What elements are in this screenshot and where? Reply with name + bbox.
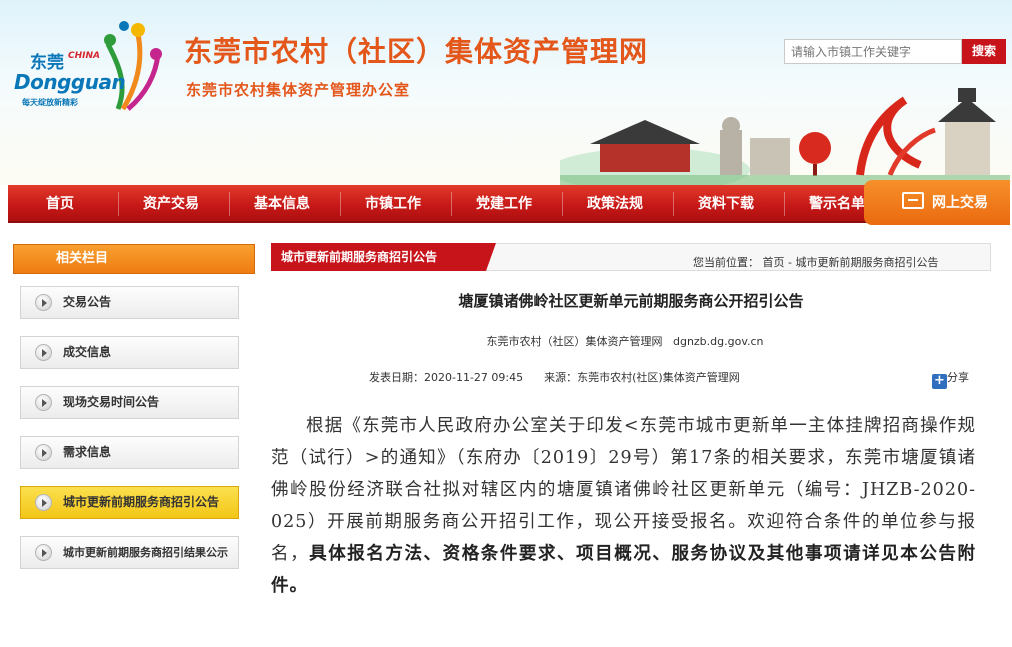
article-meta: 发表日期：2020-11-27 09:45 来源：东莞市农村(社区)集体资产管理… — [369, 369, 740, 385]
play-bullet-icon — [35, 444, 52, 461]
source-label: 来源： — [544, 371, 578, 384]
article-source: 东莞市农村(社区)集体资产管理网 — [577, 371, 740, 384]
publish-date: 2020-11-27 09:45 — [424, 371, 524, 384]
nav-divider — [340, 192, 341, 216]
nav-item-basic-info[interactable]: 基本信息 — [237, 185, 327, 223]
play-bullet-icon — [35, 494, 52, 511]
share-button[interactable]: + 分享 — [932, 369, 969, 389]
article-body-text: 根据《东莞市人民政府办公室关于印发<东莞市城市更新单一主体挂牌招商操作规范（试行… — [271, 416, 976, 564]
logo-china-text: CHINA — [68, 51, 100, 61]
site-subtitle: 东莞市农村集体资产管理办公室 — [186, 81, 411, 99]
nav-divider — [229, 192, 230, 216]
article-title: 塘厦镇诸佛岭社区更新单元前期服务商公开招引公告 — [458, 292, 804, 310]
article-body: 根据《东莞市人民政府办公室关于印发<东莞市城市更新单一主体挂牌招商操作规范（试行… — [271, 410, 976, 602]
search-input[interactable] — [784, 39, 962, 64]
sidebar-item-renewal-results[interactable]: 城市更新前期服务商招引结果公示 — [20, 536, 239, 569]
nav-divider — [451, 192, 452, 216]
main-navigation: 首页 资产交易 基本信息 市镇工作 党建工作 政策法规 资料下载 警示名单 — [8, 185, 1010, 223]
nav-divider — [562, 192, 563, 216]
nav-divider — [673, 192, 674, 216]
sidebar-item-label: 城市更新前期服务商招引公告 — [63, 495, 220, 509]
breadcrumb-current-link[interactable]: 城市更新前期服务商招引公告 — [795, 256, 938, 269]
sidebar-item-demand-info[interactable]: 需求信息 — [20, 436, 239, 469]
share-plus-icon: + — [932, 374, 947, 389]
play-bullet-icon — [35, 344, 52, 361]
sidebar-item-label: 现场交易时间公告 — [63, 395, 160, 409]
play-bullet-icon — [35, 544, 52, 561]
online-trade-label: 网上交易 — [932, 195, 988, 211]
sidebar-item-label: 城市更新前期服务商招引结果公示 — [63, 546, 228, 559]
nav-item-asset-trade[interactable]: 资产交易 — [126, 185, 216, 223]
search-button[interactable]: 搜索 — [962, 39, 1006, 64]
nav-item-city-work[interactable]: 市镇工作 — [348, 185, 438, 223]
site-title[interactable]: 东莞市农村（社区）集体资产管理网 — [184, 30, 648, 70]
monitor-icon — [902, 192, 924, 209]
online-trade-button[interactable]: 网上交易 — [864, 180, 1010, 225]
site-header: 东莞 CHINA Dongguan 每天绽放新精彩 东莞市农村（社区）集体资产管… — [0, 0, 1012, 185]
logo-slogan: 每天绽放新精彩 — [22, 98, 78, 107]
flower-logo-icon — [104, 21, 162, 111]
nav-divider — [784, 192, 785, 216]
sidebar-heading: 相关栏目 — [13, 244, 255, 274]
nav-item-party-work[interactable]: 党建工作 — [459, 185, 549, 223]
nav-item-downloads[interactable]: 资料下载 — [681, 185, 771, 223]
play-bullet-icon — [35, 294, 52, 311]
sidebar-item-label: 成交信息 — [63, 345, 112, 359]
sidebar-item-deal-info[interactable]: 成交信息 — [20, 336, 239, 369]
dongguan-logo[interactable]: 东莞 CHINA Dongguan 每天绽放新精彩 — [8, 14, 168, 114]
logo-english-text: Dongguan — [14, 70, 126, 94]
article-body-emphasis: 具体报名方法、资格条件要求、项目概况、服务协议及其他事项请详见本公告附件。 — [271, 544, 976, 596]
breadcrumb-prefix: 您当前位置： — [693, 256, 759, 269]
nav-divider — [118, 192, 119, 216]
play-bullet-icon — [35, 394, 52, 411]
nav-item-home[interactable]: 首页 — [15, 185, 105, 223]
city-landmarks-illustration — [560, 88, 1010, 185]
article-source-line: 东莞市农村（社区）集体资产管理网 dgnzb.dg.gov.cn — [486, 335, 764, 348]
sidebar-item-onsite-schedule[interactable]: 现场交易时间公告 — [20, 386, 239, 419]
breadcrumb-separator: - — [784, 256, 796, 269]
sidebar-item-renewal-notices[interactable]: 城市更新前期服务商招引公告 — [20, 486, 239, 519]
content-section-tab: 城市更新前期服务商招引公告 — [271, 243, 496, 271]
sidebar-item-label: 需求信息 — [63, 445, 112, 459]
breadcrumb: 您当前位置： 首页 - 城市更新前期服务商招引公告 — [693, 254, 938, 270]
nav-item-policy[interactable]: 政策法规 — [570, 185, 660, 223]
sidebar-item-trade-notices[interactable]: 交易公告 — [20, 286, 239, 319]
breadcrumb-home-link[interactable]: 首页 — [763, 256, 785, 269]
sidebar-item-label: 交易公告 — [63, 295, 112, 309]
share-label: 分享 — [947, 371, 969, 384]
date-label: 发表日期： — [369, 371, 424, 384]
